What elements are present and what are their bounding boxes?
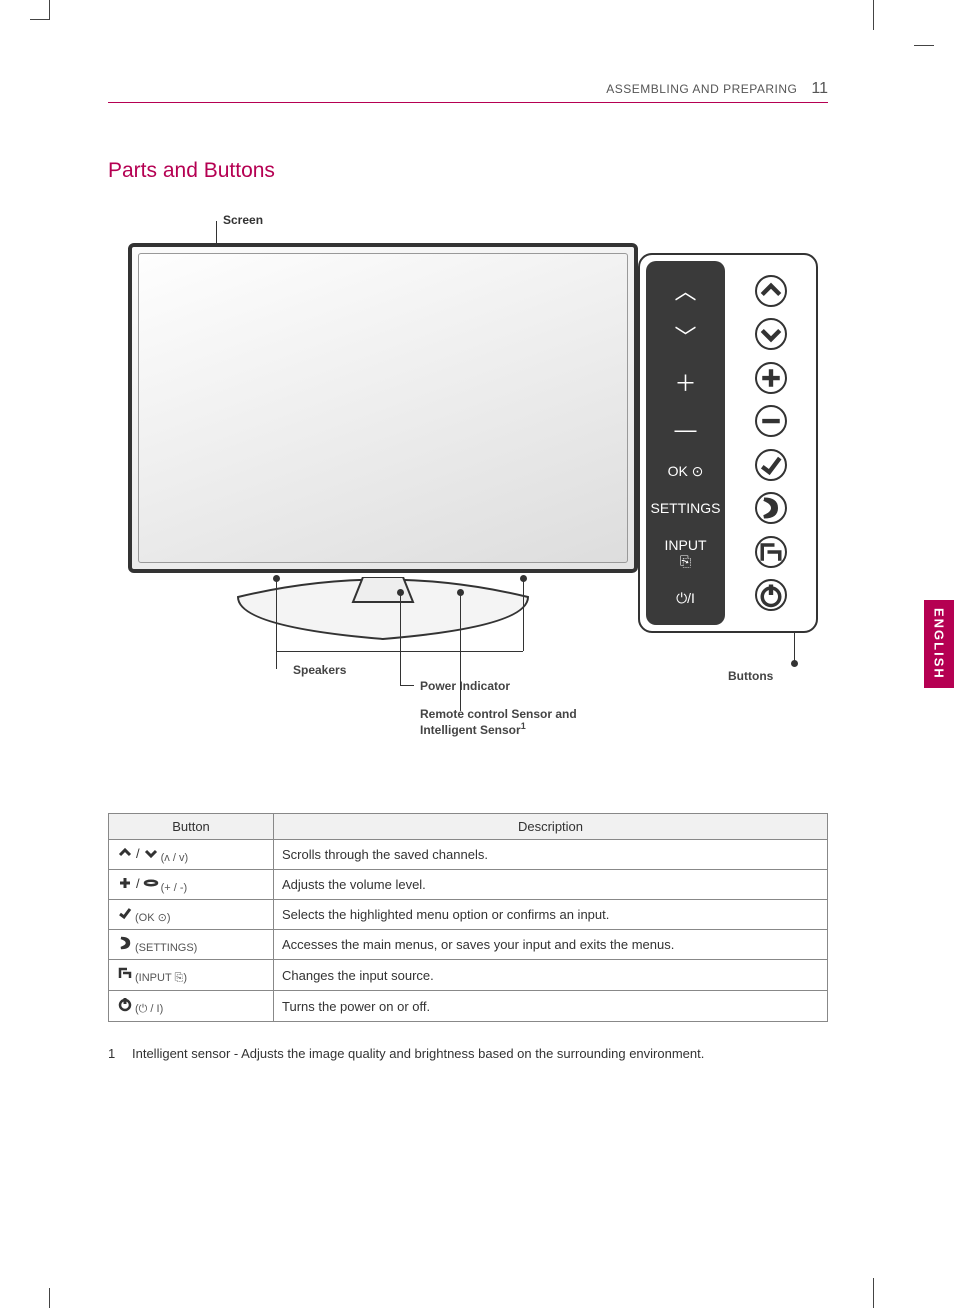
leader-line (794, 633, 795, 663)
channel-up-label: ︿ (674, 280, 696, 304)
channel-down-label: ﹀ (674, 326, 696, 350)
description-cell: Scrolls through the saved channels. (274, 840, 828, 870)
tv-outline (128, 243, 638, 573)
description-cell: Accesses the main menus, or saves your i… (274, 930, 828, 960)
button-text: (+ / -) (161, 882, 188, 894)
settings-label: SETTINGS (650, 501, 720, 516)
button-cell: (⏻ / I) (109, 991, 274, 1022)
speakers-label: Speakers (293, 663, 346, 677)
buttons-label: Buttons (728, 669, 773, 683)
running-header: ASSEMBLING AND PREPARING 11 (108, 80, 828, 103)
input-label: INPUT ⎘ (665, 538, 707, 569)
footnote-ref: 1 (521, 721, 526, 731)
leader-line (400, 685, 414, 686)
panel-buttons-column (731, 261, 810, 625)
table-row: / (+ / -)Adjusts the volume level. (109, 870, 828, 900)
tv-stand (228, 577, 538, 647)
volume-down-label: — (675, 418, 697, 442)
th-description: Description (274, 814, 828, 840)
remote-sensor-label: Remote control Sensor and Intelligent Se… (420, 707, 620, 737)
power-indicator-label: Power Indicator (420, 679, 510, 693)
page-number: 11 (811, 80, 828, 98)
footnote-number: 1 (108, 1046, 118, 1061)
ok-icon (755, 449, 787, 481)
button-icon (117, 996, 133, 1012)
description-cell: Adjusts the volume level. (274, 870, 828, 900)
footnote-text: Intelligent sensor - Adjusts the image q… (132, 1046, 704, 1061)
crop-mark (30, 0, 50, 20)
button-text: (⏻ / I) (135, 1003, 163, 1015)
leader-line (460, 593, 461, 711)
button-icon (117, 935, 133, 951)
button-text: (OK ⊙) (135, 912, 171, 924)
button-cell: (OK ⊙) (109, 900, 274, 930)
description-cell: Selects the highlighted menu option or c… (274, 900, 828, 930)
button-cell: / (+ / -) (109, 870, 274, 900)
button-icon (117, 905, 133, 921)
page-title: Parts and Buttons (108, 159, 828, 183)
button-cell: / (ʌ / v) (109, 840, 274, 870)
power-icon (755, 579, 787, 611)
button-icon (117, 965, 133, 981)
page-content: ASSEMBLING AND PREPARING 11 Parts and Bu… (108, 80, 828, 1061)
table-row: (⏻ / I) Turns the power on or off. (109, 991, 828, 1022)
volume-up-icon (755, 362, 787, 394)
language-tab: ENGLISH (924, 600, 954, 688)
button-icon: / (117, 845, 159, 861)
description-cell: Turns the power on or off. (274, 991, 828, 1022)
crop-mark (30, 1288, 50, 1308)
button-text: (INPUT ⎘) (135, 972, 187, 984)
th-button: Button (109, 814, 274, 840)
button-text: (SETTINGS) (135, 942, 197, 954)
remote-sensor-text: Remote control Sensor and Intelligent Se… (420, 707, 577, 737)
settings-icon (755, 492, 787, 524)
input-icon (755, 536, 787, 568)
buttons-panel: ︿ ﹀ ＋ — OK ⊙ SETTINGS INPUT ⎘ ⏻/I (638, 253, 818, 633)
volume-down-icon (755, 405, 787, 437)
footnote: 1 Intelligent sensor - Adjusts the image… (108, 1046, 828, 1061)
button-text: (ʌ / v) (161, 852, 189, 864)
section-name: ASSEMBLING AND PREPARING (606, 82, 797, 96)
panel-labels-column: ︿ ﹀ ＋ — OK ⊙ SETTINGS INPUT ⎘ ⏻/I (646, 261, 725, 625)
table-row: (SETTINGS) Accesses the main menus, or sa… (109, 930, 828, 960)
table-row: (OK ⊙) Selects the highlighted menu optio… (109, 900, 828, 930)
table-row: (INPUT ⎘) Changes the input source. (109, 960, 828, 991)
button-cell: (INPUT ⎘) (109, 960, 274, 991)
leader-line (400, 593, 401, 685)
table-row: / (ʌ / v)Scrolls through the saved chann… (109, 840, 828, 870)
channel-down-icon (755, 318, 787, 350)
leader-line (276, 579, 277, 669)
button-icon: / (117, 875, 159, 891)
leader-line (523, 579, 524, 651)
buttons-table: Button Description / (ʌ / v)Scrolls thro… (108, 813, 828, 1022)
ok-label: OK ⊙ (668, 464, 704, 479)
volume-up-label: ＋ (674, 372, 696, 396)
crop-mark (873, 0, 874, 30)
button-cell: (SETTINGS) (109, 930, 274, 960)
screen-label: Screen (223, 213, 263, 227)
channel-up-icon (755, 275, 787, 307)
crop-mark (914, 45, 934, 46)
description-cell: Changes the input source. (274, 960, 828, 991)
crop-mark (873, 1278, 874, 1308)
tv-diagram: Screen ︿ ﹀ ＋ — OK ⊙ SETTINGS INPUT ⎘ ⏻/I (108, 213, 828, 773)
power-label: ⏻/I (676, 591, 695, 606)
